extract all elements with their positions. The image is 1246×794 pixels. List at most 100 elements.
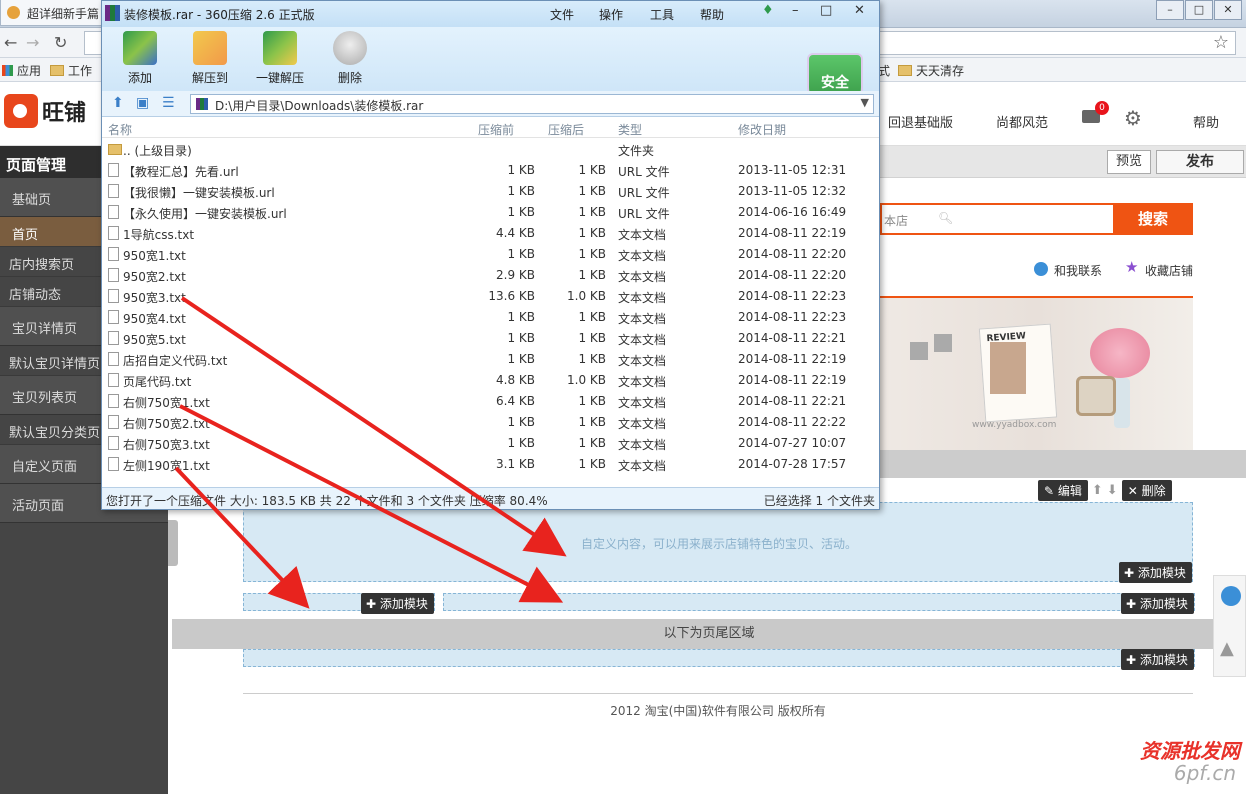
archive-path-field[interactable]: D:\用户目录\Downloads\装修模板.rar ▼ [190,94,874,114]
file-modified: 2014-07-28 17:57 [738,457,847,471]
right-column-dropzone[interactable] [443,593,1195,611]
file-row[interactable]: 右侧750宽2.txt 1 KB 1 KB 文本文档 2014-08-11 22:22 [102,412,879,433]
minimize-button[interactable]: – [1156,0,1184,20]
store-search-button[interactable]: 搜索 [1113,203,1193,235]
template-name-link[interactable]: 尚都风范 [996,112,1048,131]
forward-arrow-icon[interactable]: → [26,33,39,52]
file-row[interactable]: 950宽2.txt 2.9 KB 1 KB 文本文档 2014-08-11 22:20 [102,265,879,286]
sidebar-collapse-handle[interactable] [168,520,178,566]
preview-button[interactable]: 预览 [1107,150,1151,174]
back-arrow-icon[interactable]: ← [4,33,17,52]
wangpu-logo[interactable]: 旺铺 [4,94,86,128]
file-modified: 2014-08-11 22:19 [738,373,847,387]
reload-icon[interactable]: ↻ [54,33,67,52]
add-module-button-right[interactable]: ✚ 添加模块 [1121,593,1194,614]
add-module-button-footer[interactable]: ✚ 添加模块 [1121,649,1194,670]
col-original-size[interactable]: 压缩前 [478,121,514,138]
file-icon [108,289,119,303]
file-compressed-size: 1 KB [578,163,606,177]
add-button[interactable]: 添加 [110,31,170,86]
col-compressed-size[interactable]: 压缩后 [548,121,584,138]
favorite-store-link[interactable]: 收藏店铺 [1145,262,1193,279]
add-module-button[interactable]: ✚ 添加模块 [1119,562,1192,583]
file-name: 【教程汇总】先看.url [123,165,239,179]
file-original-size: 13.6 KB [488,289,535,303]
col-type[interactable]: 类型 [618,121,642,138]
search-scope-select[interactable]: 本店 [884,212,908,229]
bookmark-apps[interactable]: 应用 [2,62,41,79]
close-button[interactable]: ✕ [1214,0,1242,20]
delete-button[interactable]: 删除 [320,31,380,86]
col-name[interactable]: 名称 [108,121,132,138]
bookmark-star-icon[interactable]: ☆ [1213,32,1229,53]
file-row[interactable]: 1导航css.txt 4.4 KB 1 KB 文本文档 2014-08-11 22:19 [102,223,879,244]
file-row[interactable]: 950宽5.txt 1 KB 1 KB 文本文档 2014-08-11 22:21 [102,328,879,349]
chevron-down-icon[interactable]: ▼ [861,96,869,109]
site-watermark: 资源批发网 6pf.cn [1100,735,1246,794]
help-link[interactable]: 帮助 [1193,112,1219,131]
file-name: 950宽4.txt [123,312,186,326]
file-row[interactable]: 【我很懒】一键安装模板.url 1 KB 1 KB URL 文件 2013-11-05 … [102,181,879,202]
zip-minimize-button[interactable]: – [792,3,799,18]
contact-chat-icon [1034,262,1048,276]
file-row[interactable]: 950宽3.txt 13.6 KB 1.0 KB 文本文档 2014-08-11 22:… [102,286,879,307]
file-row[interactable]: 【教程汇总】先看.url 1 KB 1 KB URL 文件 2013-11-05 12:… [102,160,879,181]
extract-to-button[interactable]: 解压到 [180,31,240,86]
menu-help[interactable]: 帮助 [700,6,724,23]
file-modified: 2014-08-11 22:21 [738,394,847,408]
file-original-size: 1 KB [507,205,535,219]
edit-module-button[interactable]: ✎ 编辑 [1038,480,1088,501]
menu-tools[interactable]: 工具 [650,6,674,23]
col-modified[interactable]: 修改日期 [738,121,786,138]
move-up-icon[interactable]: ⬆ [1092,483,1103,498]
zip-titlebar[interactable]: 装修模板.rar - 360压缩 2.6 正式版 文件 操作 工具 帮助 ♦ –… [102,1,879,27]
file-row[interactable]: .. (上级目录) 文件夹 [102,139,879,160]
skin-icon[interactable]: ♦ [762,3,774,18]
file-row[interactable]: 店招自定义代码.txt 1 KB 1 KB 文本文档 2014-08-11 22:19 [102,349,879,370]
one-click-extract-button[interactable]: 一键解压 [250,31,310,86]
up-level-icon[interactable]: ⬆ [112,95,124,111]
chat-bubble-icon[interactable] [1221,586,1241,606]
menu-file[interactable]: 文件 [550,6,574,23]
footer-dropzone[interactable] [243,649,1195,667]
menu-operate[interactable]: 操作 [599,6,623,23]
zip-window-title: 装修模板.rar - 360压缩 2.6 正式版 [124,8,315,22]
custom-module-placeholder: 自定义内容，可以用来展示店铺特色的宝贝、活动。 [580,537,857,551]
gear-icon[interactable]: ⚙ [1124,106,1142,130]
zip-close-button[interactable]: ✕ [854,3,865,18]
publish-button[interactable]: 发布 [1156,150,1244,174]
file-icon [108,457,119,471]
file-row[interactable]: 950宽4.txt 1 KB 1 KB 文本文档 2014-08-11 22:23 [102,307,879,328]
file-row[interactable]: 950宽1.txt 1 KB 1 KB 文本文档 2014-08-11 22:20 [102,244,879,265]
revert-basic-link[interactable]: 回退基础版 [888,112,953,131]
bookmark-folder-work[interactable]: 工作 [50,62,92,79]
store-search-input[interactable]: 本店 🔍︎ [880,203,1114,235]
custom-content-module[interactable]: 自定义内容，可以用来展示店铺特色的宝贝、活动。 [243,502,1193,582]
browser-tab[interactable]: 超详细新手篇 [0,0,110,26]
file-original-size: 1 KB [507,415,535,429]
file-row[interactable]: 左侧190宽1.txt 3.1 KB 1 KB 文本文档 2014-07-28 17:5… [102,454,879,475]
banner-roses [1090,328,1150,378]
file-compressed-size: 1 KB [578,415,606,429]
file-row[interactable]: 【永久使用】一键安装模板.url 1 KB 1 KB URL 文件 2014-06-16… [102,202,879,223]
file-row[interactable]: 右侧750宽1.txt 6.4 KB 1 KB 文本文档 2014-08-11 22:2… [102,391,879,412]
file-original-size: 3.1 KB [496,457,535,471]
rar-archive-icon [196,98,208,110]
delete-module-button[interactable]: ✕ 删除 [1121,480,1172,501]
back-to-top-icon[interactable]: ▲ [1220,638,1234,659]
zip-maximize-button[interactable]: □ [820,3,832,18]
list-view-icon[interactable]: ☰ [162,95,175,111]
file-icon [108,226,119,240]
add-module-button-left[interactable]: ✚ 添加模块 [361,593,434,614]
move-down-icon[interactable]: ⬇ [1107,483,1118,498]
thumbnail-view-icon[interactable]: ▣ [136,95,149,111]
maximize-button[interactable]: □ [1185,0,1213,20]
bookmark-folder-tiantian[interactable]: 天天清存 [898,62,964,79]
file-row[interactable]: 右侧750宽3.txt 1 KB 1 KB 文本文档 2014-07-27 10:07 [102,433,879,454]
selection-status: 已经选择 1 个文件夹 [763,494,875,508]
contact-link[interactable]: 和我联系 [1054,262,1102,279]
file-row[interactable]: 页尾代码.txt 4.8 KB 1.0 KB 文本文档 2014-08-11 22:19 [102,370,879,391]
file-type: 文本文档 [618,417,667,431]
tab-title: 超详细新手篇 [27,7,100,21]
file-modified: 2014-08-11 22:23 [738,289,847,303]
